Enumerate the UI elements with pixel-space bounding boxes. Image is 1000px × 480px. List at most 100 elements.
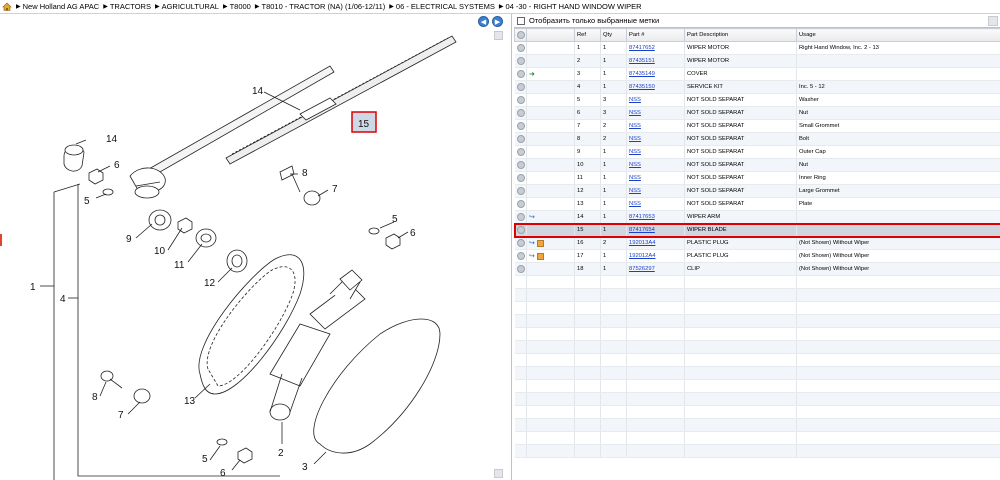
panel-menu-icon[interactable]	[988, 16, 998, 26]
empty-row	[514, 340, 1000, 354]
table-row[interactable]: 9 1 NSS NOT SOLD SEPARAT Outer Cap	[514, 145, 1000, 159]
table-row[interactable]: 8 2 NSS NOT SOLD SEPARAT Bolt	[514, 132, 1000, 146]
package-icon[interactable]	[536, 252, 544, 260]
row-select-cell[interactable]	[514, 158, 527, 172]
description-cell: WIPER BLADE	[684, 223, 797, 237]
row-select-icon[interactable]	[516, 174, 525, 182]
part-number-link[interactable]: 87435151	[629, 58, 655, 64]
part-number-link[interactable]: NSS	[629, 201, 641, 207]
row-select-icon[interactable]	[516, 161, 525, 169]
empty-row	[514, 444, 1000, 458]
part-number-link[interactable]: 192013A4	[629, 240, 655, 246]
table-row[interactable]: 15 1 87417654 WIPER BLADE	[513, 222, 1000, 238]
part-number-link[interactable]: 87417654	[629, 227, 655, 233]
breadcrumb-item[interactable]: T8000	[230, 2, 251, 11]
header-usage[interactable]: Usage	[796, 28, 1000, 42]
package-icon[interactable]	[536, 239, 544, 247]
row-select-cell[interactable]	[514, 132, 527, 146]
row-select-cell[interactable]	[514, 197, 527, 211]
part-number-link[interactable]: NSS	[629, 162, 641, 168]
table-row[interactable]: 7 2 NSS NOT SOLD SEPARAT Small Grommet	[514, 119, 1000, 133]
breadcrumb-item[interactable]: AGRICULTURAL	[162, 2, 219, 11]
table-row[interactable]: ↪ 14 1 87417653 WIPER ARM	[514, 210, 1000, 224]
share-arrow-icon[interactable]: ↪	[529, 252, 535, 260]
part-number-link[interactable]: NSS	[629, 123, 641, 129]
row-select-cell[interactable]	[514, 93, 527, 107]
row-select-icon[interactable]	[516, 239, 525, 247]
part-number-link[interactable]: 87526297	[629, 266, 655, 272]
filter-checkbox[interactable]	[517, 16, 525, 25]
header-qty[interactable]: Qty	[600, 28, 627, 42]
row-select-cell[interactable]	[514, 262, 527, 276]
row-select-icon[interactable]	[516, 83, 525, 91]
row-select-icon[interactable]	[516, 252, 525, 260]
table-row[interactable]: 13 1 NSS NOT SOLD SEPARAT Plate	[514, 197, 1000, 211]
row-select-cell[interactable]	[514, 236, 527, 250]
part-number-link[interactable]: 192012A4	[629, 253, 655, 259]
row-select-cell[interactable]	[514, 145, 527, 159]
table-row[interactable]: 1 1 87417652 WIPER MOTOR Right Hand Window, …	[514, 41, 1000, 55]
table-row[interactable]: 12 1 NSS NOT SOLD SEPARAT Large Grommet	[514, 184, 1000, 198]
row-select-icon[interactable]	[516, 148, 525, 156]
row-select-icon[interactable]	[516, 96, 525, 104]
row-select-cell[interactable]	[514, 67, 527, 81]
row-select-cell[interactable]	[514, 223, 527, 237]
header-ref[interactable]: Ref	[574, 28, 601, 42]
breadcrumb-item[interactable]: TRACTORS	[110, 2, 151, 11]
header-select[interactable]	[514, 28, 527, 42]
part-number-link[interactable]: 87435150	[629, 84, 655, 90]
share-arrow-icon[interactable]: ↪	[529, 239, 535, 247]
row-select-icon[interactable]	[516, 187, 525, 195]
home-icon[interactable]	[2, 2, 12, 11]
row-select-icon[interactable]	[516, 122, 525, 130]
header-part-number[interactable]: Part #	[626, 28, 685, 42]
row-select-icon[interactable]	[516, 44, 525, 52]
row-select-cell[interactable]	[514, 54, 527, 68]
row-select-cell[interactable]	[514, 249, 527, 263]
row-select-icon[interactable]	[516, 57, 525, 65]
breadcrumb-item[interactable]: 04 -30 - RIGHT HAND WINDOW WIPER	[505, 2, 641, 11]
row-select-icon[interactable]	[516, 109, 525, 117]
table-row[interactable]: ↪ 17 1 192012A4 PLASTIC PLUG (Not Shown) With…	[514, 249, 1000, 263]
row-select-icon[interactable]	[516, 70, 525, 78]
table-row[interactable]: ➜ 3 1 87435149 COVER	[514, 67, 1000, 81]
table-row[interactable]: ↪ 16 2 192013A4 PLASTIC PLUG (Not Shown) With…	[514, 236, 1000, 250]
part-number-link[interactable]: NSS	[629, 97, 641, 103]
table-row[interactable]: 2 1 87435151 WIPER MOTOR	[514, 54, 1000, 68]
breadcrumb-item[interactable]: New Holland AG APAC	[23, 2, 100, 11]
row-select-cell[interactable]	[514, 80, 527, 94]
part-number-link[interactable]: NSS	[629, 110, 641, 116]
table-row[interactable]: 11 1 NSS NOT SOLD SEPARAT Inner Ring	[514, 171, 1000, 185]
row-select-icon[interactable]	[516, 135, 525, 143]
row-select-cell[interactable]	[514, 171, 527, 185]
row-select-cell[interactable]	[514, 210, 527, 224]
part-number-link[interactable]: NSS	[629, 188, 641, 194]
row-select-icon[interactable]	[516, 200, 525, 208]
part-number-link[interactable]: 87435149	[629, 71, 655, 77]
row-select-cell[interactable]	[514, 41, 527, 55]
select-all-icon[interactable]	[517, 31, 525, 39]
row-select-icon[interactable]	[516, 226, 525, 234]
breadcrumb-item[interactable]: T8010 - TRACTOR (NA) (1/06-12/11)	[261, 2, 385, 11]
table-row[interactable]: 10 1 NSS NOT SOLD SEPARAT Nut	[514, 158, 1000, 172]
row-select-cell[interactable]	[514, 184, 527, 198]
table-row[interactable]: 18 1 87526297 CLIP (Not Shown) Without Wiper	[514, 262, 1000, 276]
green-arrow-icon[interactable]: ➜	[529, 70, 535, 78]
share-arrow-icon[interactable]: ↪	[529, 213, 535, 221]
qty-cell: 1	[600, 184, 627, 198]
part-number-link[interactable]: NSS	[629, 175, 641, 181]
part-number-link[interactable]: 87417652	[629, 45, 655, 51]
table-row[interactable]: 5 3 NSS NOT SOLD SEPARAT Washer	[514, 93, 1000, 107]
part-number-link[interactable]: 87417653	[629, 214, 655, 220]
part-number-link[interactable]: NSS	[629, 136, 641, 142]
row-select-icon[interactable]	[516, 265, 525, 273]
table-row[interactable]: 6 3 NSS NOT SOLD SEPARAT Nut	[514, 106, 1000, 120]
header-part-description[interactable]: Part Description	[684, 28, 797, 42]
table-row[interactable]: 4 1 87435150 SERVICE KIT Inc. 5 - 12	[514, 80, 1000, 94]
part-number-link[interactable]: NSS	[629, 149, 641, 155]
breadcrumb-item[interactable]: 06 - ELECTRICAL SYSTEMS	[396, 2, 495, 11]
row-select-cell[interactable]	[514, 106, 527, 120]
description-cell: NOT SOLD SEPARAT	[684, 132, 797, 146]
row-select-icon[interactable]	[516, 213, 525, 221]
row-select-cell[interactable]	[514, 119, 527, 133]
